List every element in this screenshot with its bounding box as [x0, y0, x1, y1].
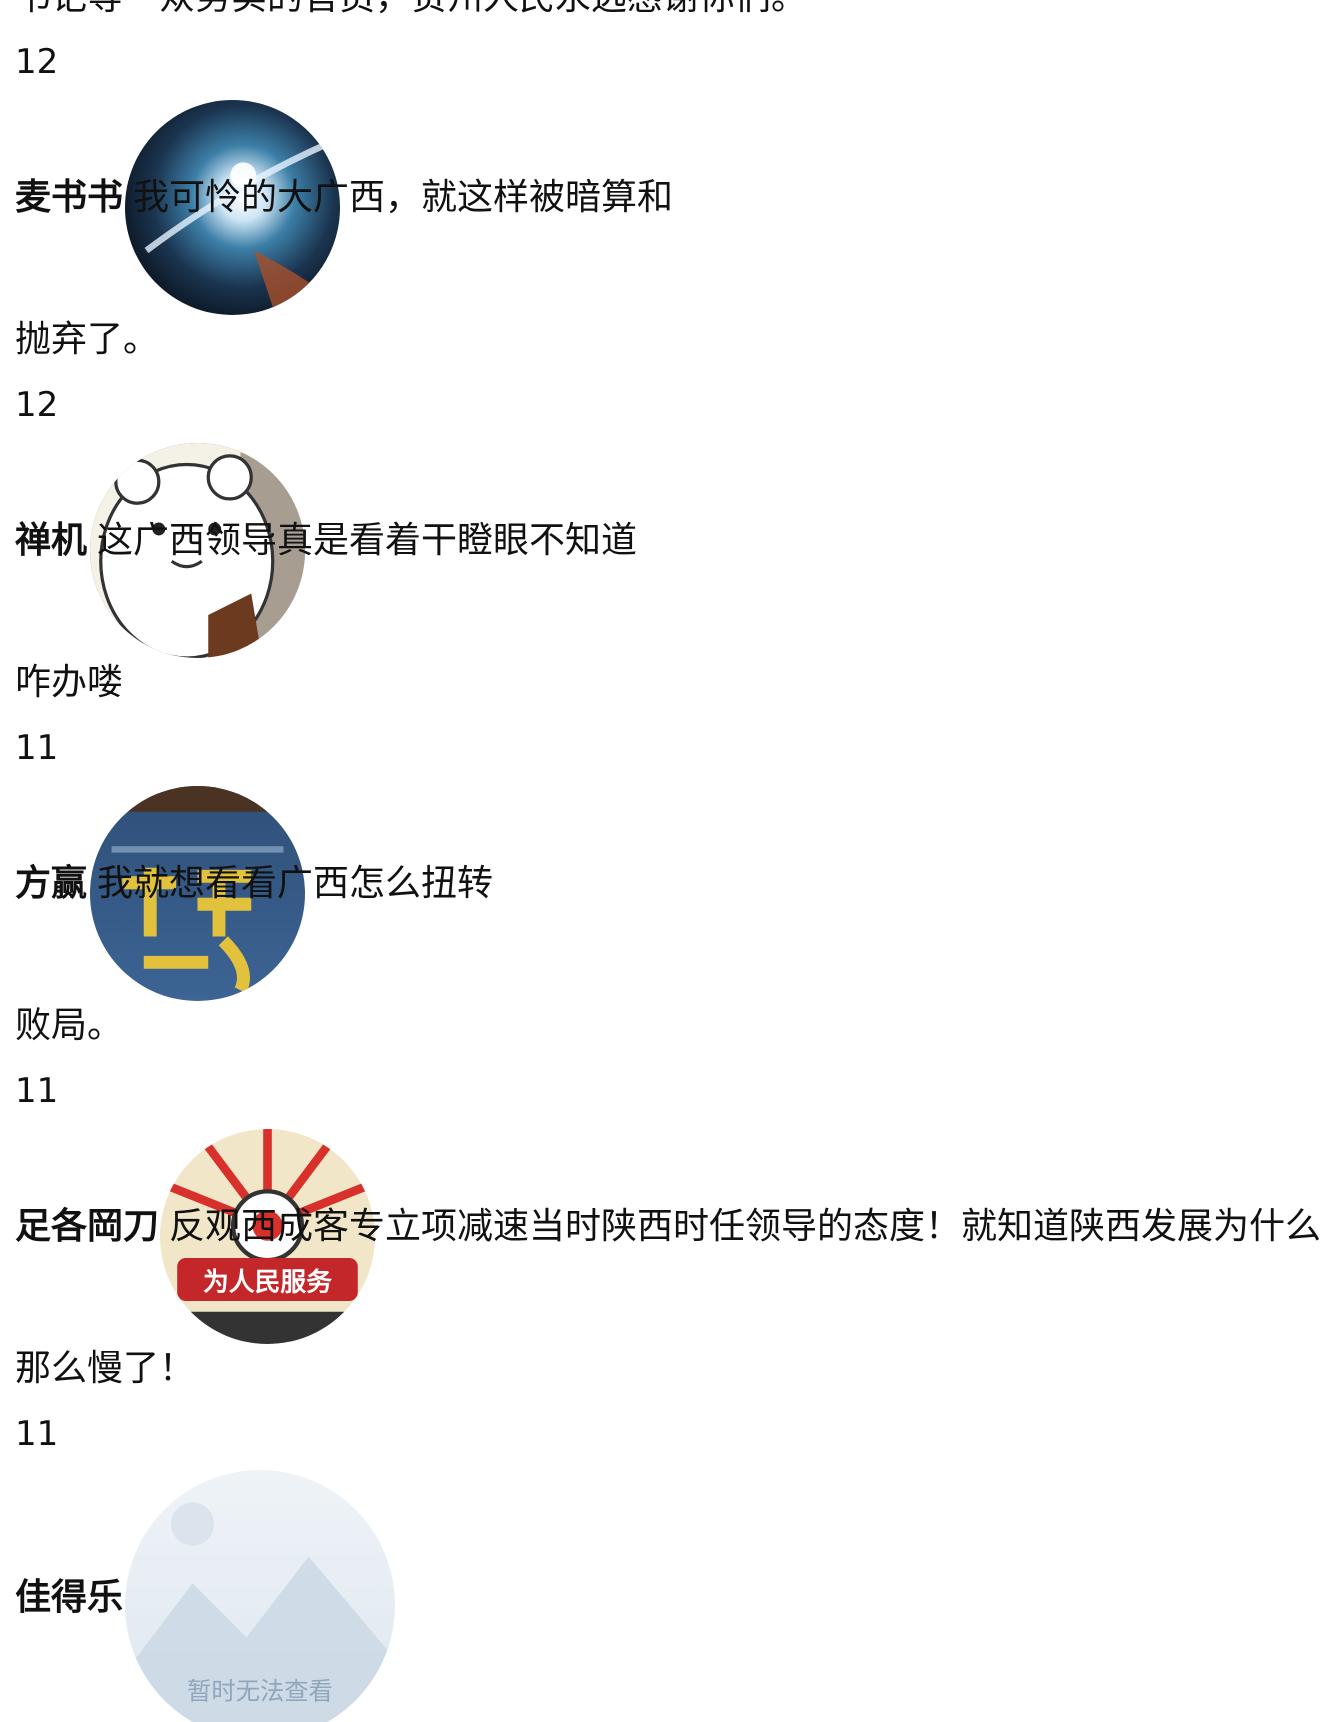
comment-text: 我就想看看广西怎么扭转: [97, 863, 494, 904]
username[interactable]: 方赢: [15, 863, 87, 904]
avatar-caption: 暂时无法查看: [187, 1677, 333, 1706]
comment-text: 我可怜的大广西，就这样被暗算和: [133, 177, 674, 218]
username[interactable]: 佳得乐: [15, 1577, 123, 1618]
comment-item: 方赢 我就想看看广西怎么扭转 败局。: [0, 786, 1335, 1046]
comment-text: 这广西领导真是看着干瞪眼不知道: [97, 520, 638, 561]
like-count[interactable]: 11: [15, 728, 58, 768]
comment-text-line: 禅机 这广西领导真是看着干瞪眼不知道: [15, 519, 637, 563]
comment-text-continued: 败局。: [15, 1005, 124, 1046]
username[interactable]: 禅机: [15, 520, 87, 561]
comment-text-continued: 那么慢了！: [15, 1348, 196, 1389]
comment-text-line: 佳得乐: [15, 1576, 133, 1620]
like-count[interactable]: 11: [15, 1414, 58, 1454]
like-count[interactable]: 11: [15, 1071, 58, 1111]
comment-item: 暂时无法查看 佳得乐: [0, 1470, 1335, 1722]
username[interactable]: 足各岡刀: [15, 1206, 159, 1247]
comment-text-line: 足各岡刀 反观西成客专立项减速当时陕西时任领导的态度！就知道陕西发展为什么: [15, 1205, 1321, 1249]
like-count[interactable]: 12: [15, 42, 58, 82]
image-unavailable-icon[interactable]: 暂时无法查看: [125, 1470, 395, 1722]
comment-text-line: 麦书书 我可怜的大广西，就这样被暗算和: [15, 176, 673, 220]
avatar-caption: 为人民服务: [203, 1267, 332, 1297]
previous-comment-tail: 书记等一众务实的官员，贵州人民永远感谢你们。: [15, 0, 807, 18]
like-count[interactable]: 12: [15, 385, 58, 425]
comment-text: 反观西成客专立项减速当时陕西时任领导的态度！就知道陕西发展为什么: [169, 1206, 1322, 1247]
comment-text-continued: 抛弃了。: [15, 319, 160, 360]
comment-text-continued: 咋办喽: [15, 662, 124, 703]
username[interactable]: 麦书书: [15, 177, 123, 218]
comment-feed: 书记等一众务实的官员，贵州人民永远感谢你们。 12: [0, 0, 1335, 1722]
comment-text-line: 方赢 我就想看看广西怎么扭转: [15, 862, 493, 906]
comment-item: 麦书书 我可怜的大广西，就这样被暗算和 抛弃了。: [0, 100, 1335, 360]
comment-item: 禅机 这广西领导真是看着干瞪眼不知道 咋办喽: [0, 443, 1335, 703]
comment-item: 为人民服务 足各岡刀 反观西成客专立项减速当时陕西时任领导的态度！就知道陕西发展为…: [0, 1129, 1335, 1389]
